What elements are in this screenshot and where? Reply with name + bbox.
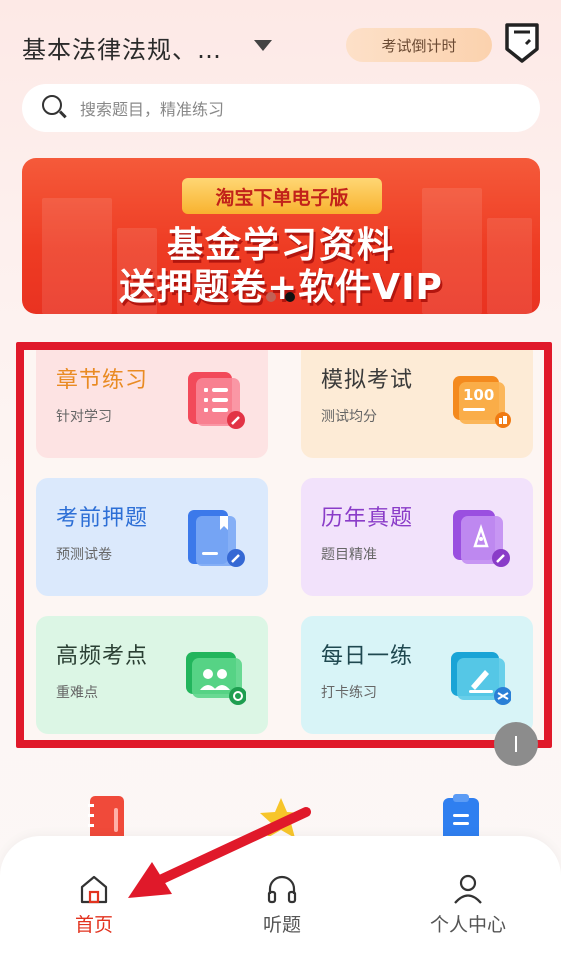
card-title: 考前押题 [56, 506, 149, 531]
banner-subheadline: 送押题卷+软件VIP [119, 267, 443, 308]
exam-countdown-button[interactable]: 考试倒计时 [346, 28, 492, 62]
card-past-papers[interactable]: 历年真题 题目精准 [301, 478, 533, 596]
carousel-dot-active[interactable] [285, 292, 295, 302]
person-icon [451, 872, 485, 906]
svg-text:100: 100 [463, 386, 494, 404]
key-points-icon [184, 644, 247, 706]
card-subtitle: 题目精准 [321, 547, 377, 563]
feature-grid-highlight: 章节练习 针对学习 模拟考试 测试均分 100 考前押题 预测试卷 历年真题 题… [16, 342, 552, 748]
search-placeholder: 搜索题目，精准练习 [80, 100, 225, 119]
card-subtitle: 打卡练习 [321, 685, 377, 701]
card-pre-exam[interactable]: 考前押题 预测试卷 [36, 478, 268, 596]
card-subtitle: 针对学习 [56, 409, 112, 425]
tab-profile[interactable]: 个人中心 [408, 872, 528, 937]
card-daily-practice[interactable]: 每日一练 打卡练习 [301, 616, 533, 734]
tab-label: 听题 [262, 914, 301, 936]
search-bar[interactable]: 搜索题目，精准练习 [22, 84, 540, 132]
card-key-points[interactable]: 高频考点 重难点 [36, 616, 268, 734]
back-to-top-button[interactable] [494, 722, 538, 766]
subject-selector[interactable]: 基本法律法规、… [22, 30, 242, 65]
chevron-down-icon[interactable] [254, 40, 272, 51]
card-title: 模拟考试 [321, 368, 414, 393]
bottom-tab-bar: 首页 听题 个人中心 [0, 836, 561, 959]
banner-tag: 淘宝下单电子版 [182, 178, 382, 214]
card-title: 历年真题 [321, 506, 414, 531]
promo-banner[interactable]: 淘宝下单电子版 基金学习资料 送押题卷+软件VIP [22, 158, 540, 314]
shield-icon[interactable] [504, 22, 540, 64]
headphones-icon [265, 872, 299, 906]
card-subtitle: 测试均分 [321, 409, 377, 425]
mock-exam-icon: 100 [449, 368, 511, 430]
carousel-indicator [266, 292, 295, 302]
carousel-dot[interactable] [266, 292, 276, 302]
tab-listen[interactable]: 听题 [222, 872, 342, 937]
past-papers-icon [449, 506, 511, 568]
home-icon [77, 872, 111, 906]
card-chapter-practice[interactable]: 章节练习 针对学习 [36, 350, 268, 458]
card-mock-exam[interactable]: 模拟考试 测试均分 100 [301, 350, 533, 458]
daily-practice-icon [449, 644, 512, 706]
tab-label: 个人中心 [429, 914, 506, 936]
card-title: 高频考点 [56, 644, 149, 669]
card-subtitle: 重难点 [56, 685, 98, 701]
card-title: 章节练习 [56, 368, 149, 393]
search-icon [42, 95, 68, 121]
tab-label: 首页 [74, 914, 113, 936]
card-title: 每日一练 [321, 644, 414, 669]
pre-exam-icon [184, 506, 246, 568]
card-subtitle: 预测试卷 [56, 547, 112, 563]
tab-home[interactable]: 首页 [34, 872, 154, 937]
chapter-practice-icon [184, 368, 246, 430]
top-bar: 基本法律法规、… 考试倒计时 [0, 0, 561, 90]
